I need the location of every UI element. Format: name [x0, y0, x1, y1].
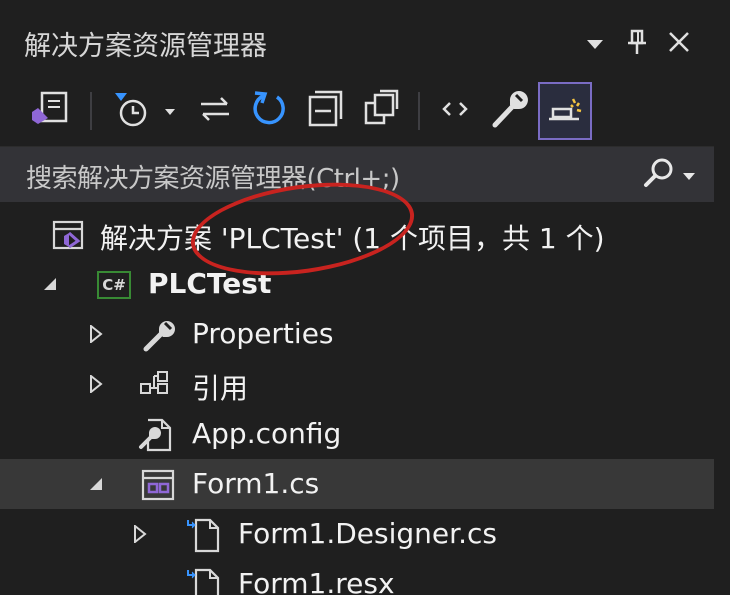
form1-resx-label: Form1.resx: [238, 567, 395, 595]
preview-selected-items-button[interactable]: [538, 82, 592, 140]
pending-changes-filter-button[interactable]: [104, 82, 184, 140]
references-icon: [138, 368, 174, 402]
tree-row-references[interactable]: 引用: [0, 359, 714, 409]
search-icon: [643, 157, 675, 193]
config-file-icon: [138, 418, 174, 452]
solution-explorer-toolbar: [0, 82, 730, 144]
panel-header: 解决方案资源管理器: [0, 0, 730, 82]
close-panel-button[interactable]: [662, 26, 696, 62]
show-all-files-button[interactable]: [358, 82, 404, 140]
form1-label: Form1.cs: [192, 467, 320, 500]
csharp-badge-text: C#: [102, 276, 126, 294]
sync-with-active-document-button[interactable]: [192, 82, 238, 140]
expanded-arrow-icon[interactable]: [84, 472, 108, 496]
properties-button[interactable]: [486, 82, 532, 140]
chevron-down-icon: [587, 35, 603, 54]
vs-solution-icon: [28, 90, 72, 132]
vertical-scrollbar[interactable]: [714, 146, 730, 595]
collapse-all-button[interactable]: [302, 82, 348, 140]
pin-icon: [627, 29, 647, 59]
code-view-icon: [440, 97, 470, 125]
solution-label: 解决方案 'PLCTest' (1 个项目，共 1 个): [100, 222, 605, 255]
panel-title: 解决方案资源管理器: [24, 31, 267, 62]
collapsed-arrow-icon[interactable]: [84, 372, 108, 396]
collapsed-arrow-icon[interactable]: [84, 322, 108, 346]
switch-views-button[interactable]: [24, 82, 76, 140]
search-bar[interactable]: 搜索解决方案资源管理器(Ctrl+;): [0, 146, 714, 202]
wrench-icon: [142, 318, 178, 352]
collapsed-arrow-icon[interactable]: [128, 522, 152, 546]
tree-row-project[interactable]: C# PLCTest: [0, 259, 714, 309]
references-label: 引用: [192, 372, 249, 405]
tree-row-solution[interactable]: 解决方案 'PLCTest' (1 个项目，共 1 个): [0, 209, 714, 259]
dependent-file-icon: [186, 568, 222, 595]
tree-row-properties[interactable]: Properties: [0, 309, 714, 359]
properties-label: Properties: [192, 317, 334, 350]
refresh-button[interactable]: [246, 82, 292, 140]
tree-row-app-config[interactable]: App.config: [0, 409, 714, 459]
csharp-project-icon: C#: [96, 268, 132, 302]
app-config-label: App.config: [192, 417, 342, 450]
sync-icon: [197, 94, 233, 128]
tree-row-form1-resx[interactable]: Form1.resx: [0, 559, 714, 595]
window-position-menu-button[interactable]: [578, 26, 612, 62]
view-code-button[interactable]: [432, 82, 478, 140]
refresh-icon: [249, 89, 289, 133]
auto-hide-pin-button[interactable]: [620, 26, 654, 62]
form1-designer-label: Form1.Designer.cs: [238, 517, 497, 550]
dependent-file-icon: [186, 518, 222, 553]
properties-wrench-icon: [490, 89, 528, 133]
search-input[interactable]: 搜索解决方案资源管理器(Ctrl+;): [26, 158, 400, 195]
collapse-all-icon: [306, 89, 344, 133]
preview-selected-icon: [543, 91, 587, 131]
form-icon: [140, 468, 176, 502]
close-icon: [668, 31, 690, 57]
expanded-arrow-icon[interactable]: [38, 272, 62, 296]
chevron-down-icon: [683, 166, 695, 185]
project-label: PLCTest: [148, 267, 272, 300]
pending-changes-icon: [107, 89, 181, 133]
toolbar-separator: [418, 92, 420, 130]
show-all-files-icon: [362, 89, 400, 133]
toolbar-separator: [90, 92, 92, 130]
solution-icon: [50, 218, 86, 252]
tree-row-form1[interactable]: Form1.cs: [0, 459, 714, 509]
search-options-button[interactable]: [634, 155, 704, 195]
solution-tree: 解决方案 'PLCTest' (1 个项目，共 1 个) C# PLCTest …: [0, 202, 714, 595]
tree-row-form1-designer[interactable]: Form1.Designer.cs: [0, 509, 714, 559]
